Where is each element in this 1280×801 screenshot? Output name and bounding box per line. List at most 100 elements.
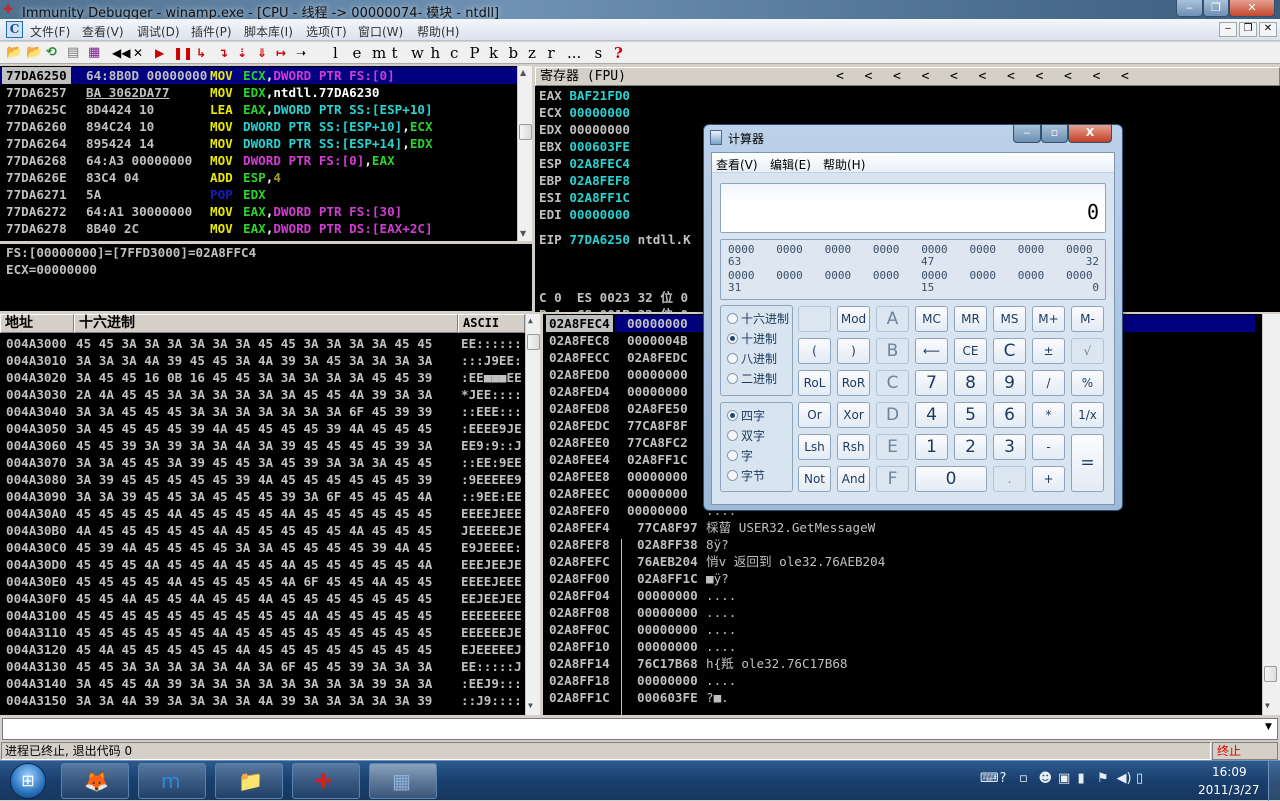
calc-button[interactable]: ) <box>837 338 870 364</box>
dump-row[interactable]: 004A30A0 45 45 45 45 4A 45 45 45 45 4A 45… <box>0 505 525 522</box>
calc-button[interactable]: 7 <box>915 370 948 396</box>
run-icon[interactable]: ▶ <box>155 44 164 62</box>
calc-button[interactable]: . <box>993 466 1026 492</box>
stack-scrollbar[interactable]: ▼ <box>1262 314 1280 715</box>
taskbar-app-explorer[interactable]: 📁 <box>215 763 283 799</box>
command-input[interactable] <box>2 718 1278 740</box>
toolbar-window-l-button[interactable]: l <box>333 44 338 62</box>
calc-button[interactable]: 6 <box>993 402 1026 428</box>
calc-button[interactable]: Lsh <box>798 434 831 460</box>
dump-row[interactable]: 004A30F0 45 45 4A 45 45 4A 45 45 4A 45 45… <box>0 590 525 607</box>
dump-row[interactable]: 004A3150 3A 3A 4A 39 3A 3A 3A 3A 4A 39 3A… <box>0 692 525 709</box>
toolbar-window-b-button[interactable]: b <box>509 44 519 62</box>
trace-into-icon[interactable]: ⇣ <box>237 44 247 62</box>
toolbar-window-e-button[interactable]: e <box>353 44 362 62</box>
calc-button[interactable]: - <box>1032 434 1065 460</box>
calc-button[interactable]: MC <box>915 306 948 332</box>
stack-row[interactable]: 02A8FF08 00000000.... <box>543 604 1262 621</box>
menu-item[interactable]: 选项(T) <box>306 23 347 40</box>
calc-button[interactable]: A <box>876 306 909 332</box>
dump-row[interactable]: 004A3110 45 45 45 45 45 45 4A 45 45 45 45… <box>0 624 525 641</box>
disasm-row[interactable]: 77DA625C 8D4424 10 LEA EAX,DWORD PTR SS:[ES… <box>0 101 517 118</box>
register-value[interactable]: 02A8FF1C <box>569 190 630 205</box>
register-scroll-left-button[interactable]: < <box>1121 68 1129 85</box>
flag-icon[interactable]: ⚑ <box>1097 771 1109 786</box>
register-edx[interactable]: EDX 00000000 <box>539 122 630 137</box>
register-ebx[interactable]: EBX 000603FE <box>539 139 630 154</box>
bit-group[interactable]: 0000 <box>825 243 852 256</box>
calc-button[interactable]: C <box>876 370 909 396</box>
register-value[interactable]: 000603FE <box>569 139 630 154</box>
step-into-icon[interactable]: ↳ <box>196 44 206 62</box>
start-button[interactable]: ⊞ <box>10 763 46 799</box>
calc-menu-item[interactable]: 编辑(E) <box>770 156 811 173</box>
calc-button[interactable] <box>798 306 831 332</box>
stack-row[interactable]: 02A8FF14 76C17B68 h{羝 ole32.76C17B68 <box>543 655 1262 672</box>
dump-row[interactable]: 004A30B0 4A 45 45 45 45 45 4A 45 45 45 45… <box>0 522 525 539</box>
taskbar-app-firefox[interactable]: 🦊 <box>61 763 129 799</box>
register-scroll-left-button[interactable]: < <box>922 68 930 85</box>
toolbar-window-P-button[interactable]: P <box>470 44 480 62</box>
calculator-window[interactable]: 计算器 ‒ ▫ X 查看(V) 编辑(E) 帮助(H) 0 0000 0000 0000… <box>703 124 1123 511</box>
bit-group[interactable]: 0000 <box>873 269 900 282</box>
dump-row[interactable]: 004A3070 3A 3A 45 45 3A 39 45 45 3A 45 39… <box>0 454 525 471</box>
bit-group[interactable]: 0000 <box>970 243 997 256</box>
disasm-row[interactable]: 77DA6257 BA 3062DA77 MOV EDX,ntdll.77DA6230 <box>0 84 517 101</box>
dump-row[interactable]: 004A3040 3A 3A 45 45 45 3A 3A 3A 3A 3A 3A… <box>0 403 525 420</box>
mdi-restore-button[interactable]: ❐ <box>1239 22 1257 37</box>
dump-scrollbar[interactable]: ▲ ▼ <box>525 314 540 715</box>
register-value[interactable]: 00000000 <box>569 122 630 137</box>
calc-button[interactable]: D <box>876 402 909 428</box>
calc-button[interactable]: M+ <box>1032 306 1065 332</box>
calc-button[interactable]: 0 <box>915 466 987 492</box>
taskbar-app-calculator[interactable]: ▦ <box>369 763 437 799</box>
register-edi[interactable]: EDI 00000000 <box>539 207 630 222</box>
step-over-icon[interactable]: ↴ <box>218 44 228 62</box>
register-ecx[interactable]: ECX 00000000 <box>539 105 630 120</box>
menu-item[interactable]: 调试(D) <box>137 23 180 40</box>
register-value[interactable]: 00000000 <box>569 207 630 222</box>
dump-row[interactable]: 004A3020 3A 45 45 16 0B 16 45 45 3A 3A 3A… <box>0 369 525 386</box>
network-icon[interactable]: ▣ <box>1058 771 1070 786</box>
bit-group[interactable]: 0000 <box>1018 269 1045 282</box>
bit-group[interactable]: 0000 <box>970 269 997 282</box>
register-scroll-left-button[interactable]: < <box>1093 68 1101 85</box>
calc-button[interactable]: B <box>876 338 909 364</box>
minimize-button[interactable]: ‒ <box>1176 0 1203 17</box>
disasm-row[interactable]: 77DA6278 8B40 2C MOV EAX,DWORD PTR DS:[EAX+… <box>0 220 517 237</box>
calc-button[interactable]: √ <box>1071 338 1104 364</box>
stack-row[interactable]: 02A8FF00 02A8FF1C ■ÿ? <box>543 570 1262 587</box>
radio-word-3[interactable]: 字节 <box>727 466 765 486</box>
dump-row[interactable]: 004A3060 45 45 39 3A 39 3A 3A 4A 3A 39 45… <box>0 437 525 454</box>
radio-icon[interactable] <box>727 313 738 324</box>
register-scroll-left-button[interactable]: < <box>1007 68 1015 85</box>
taskbar-app-immunity-debugger[interactable]: ✚ <box>292 763 360 799</box>
calc-button[interactable]: MS <box>993 306 1026 332</box>
calc-button[interactable]: 4 <box>915 402 948 428</box>
taskbar-app-maxthon[interactable]: m <box>138 763 206 799</box>
calc-button[interactable]: 3 <box>993 434 1026 460</box>
calc-button[interactable]: ( <box>798 338 831 364</box>
toolbar-window-k-button[interactable]: k <box>489 44 498 62</box>
toolbar-window-m-button[interactable]: m <box>372 44 386 62</box>
register-value[interactable]: 77DA6250 <box>569 232 630 247</box>
disasm-row[interactable]: 77DA6250 64:8B0D 00000000 MOV ECX,DWORD PTR… <box>0 67 517 84</box>
menu-item[interactable]: 脚本库(I) <box>244 23 293 40</box>
reopen-icon[interactable]: 📂 <box>26 44 42 62</box>
calc-button[interactable]: RoL <box>798 370 831 396</box>
mdi-minimize-button[interactable]: ‒ <box>1219 22 1237 37</box>
dump-row[interactable]: 004A3010 3A 3A 3A 4A 39 45 45 3A 4A 39 3A… <box>0 352 525 369</box>
radio-icon[interactable] <box>727 450 738 461</box>
bit-group[interactable]: 0000 <box>1066 269 1093 282</box>
disasm-row[interactable]: 77DA6271 5A POP EDX <box>0 186 517 203</box>
trace-over-icon[interactable]: ⇓ <box>257 44 267 62</box>
toolbar-window-dots-button[interactable]: ... <box>567 44 581 62</box>
calc-button[interactable]: * <box>1032 402 1065 428</box>
calc-button[interactable]: Rsh <box>837 434 870 460</box>
help-icon[interactable]: ? <box>1000 771 1007 786</box>
go-to-icon[interactable]: ➝ <box>296 44 306 62</box>
toolbar-window-r-button[interactable]: r <box>548 44 555 62</box>
power-icon[interactable]: ▯ <box>1136 771 1143 786</box>
radio-icon[interactable] <box>727 470 738 481</box>
keyboard-icon[interactable]: ⌨ <box>980 771 999 786</box>
